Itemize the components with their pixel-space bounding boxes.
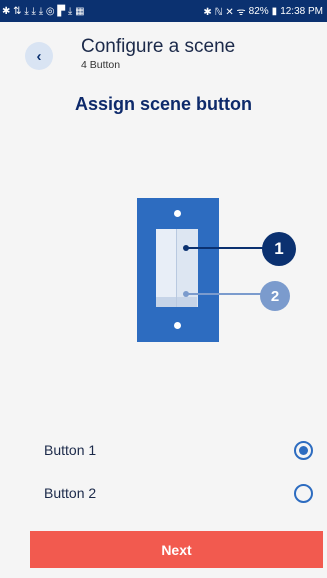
option-label: Button 2 [44,485,97,501]
button-2-marker: 2 [260,281,290,311]
radio-button-2[interactable] [294,483,313,503]
radio-button-1[interactable] [294,440,313,460]
option-button-2[interactable]: Button 2 [0,478,327,508]
button-1-marker: 1 [262,232,296,266]
option-button-1[interactable]: Button 1 [0,435,327,465]
next-button[interactable]: Next [30,531,323,568]
option-label: Button 1 [44,442,97,458]
